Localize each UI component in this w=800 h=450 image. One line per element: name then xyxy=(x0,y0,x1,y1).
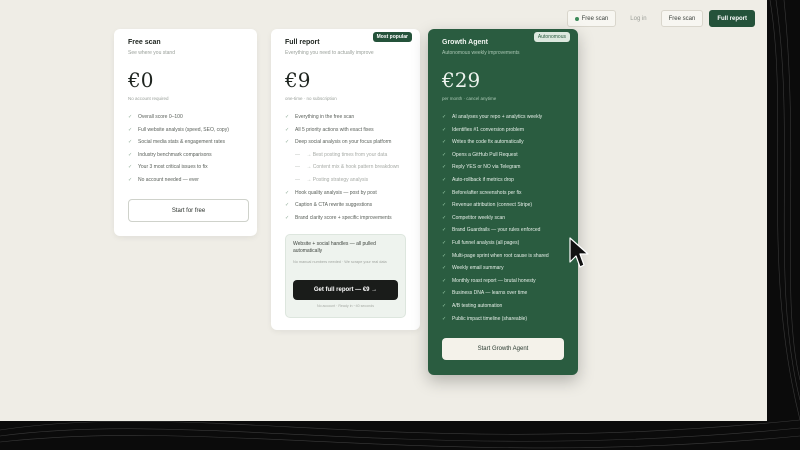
plan-price: €0 xyxy=(128,68,154,92)
price-note: No account required xyxy=(128,96,169,101)
plan-price: €29 xyxy=(442,68,481,92)
dash-icon: — xyxy=(295,176,300,183)
most-popular-badge: Most popular xyxy=(372,32,412,42)
check-icon: ✓ xyxy=(128,114,133,120)
start-growth-agent-button[interactable]: Start Growth Agent xyxy=(442,338,564,360)
check-icon: ✓ xyxy=(442,315,447,322)
app-window: Free scan Log in Free scan Full report F… xyxy=(0,0,767,421)
plan-card-free: Free scan See where you stand €0 No acco… xyxy=(114,29,257,236)
check-icon: ✓ xyxy=(285,114,290,120)
check-icon: ✓ xyxy=(128,176,133,183)
check-icon: ✓ xyxy=(285,202,290,209)
plan-tagline: Autonomous weekly improvements xyxy=(442,50,520,56)
status-dot-icon xyxy=(574,16,579,21)
feature-item: ✓ Weekly email summary xyxy=(442,262,564,275)
feature-item: ✓ A/B testing automation xyxy=(442,300,564,313)
check-icon: ✓ xyxy=(285,126,290,133)
sub-feature-item: — → Content mix & hook pattern breakdown xyxy=(285,161,406,174)
autonomous-badge: Autonomous xyxy=(533,32,570,42)
check-icon: ✓ xyxy=(442,227,447,234)
check-icon: ✓ xyxy=(442,164,447,171)
check-icon: ✓ xyxy=(442,265,447,272)
check-icon: ✓ xyxy=(442,189,447,196)
check-icon: ✓ xyxy=(442,277,447,284)
feature-item: ✓ Opens a GitHub Pull Request xyxy=(442,149,564,162)
feature-list: ✓ Everything in the free scan ✓ All 5 prio… xyxy=(285,111,406,224)
feature-item: ✓ Hook quality analysis — post by post xyxy=(285,187,406,200)
plan-tagline: Everything you need to actually improve xyxy=(285,50,374,56)
top-nav: Free scan Log in Free scan Full report xyxy=(566,10,755,27)
mouse-cursor-icon xyxy=(569,237,589,268)
sub-feature-item: — → Best posting times from your data xyxy=(285,149,406,162)
cta-title: Website + social handles — all pulled au… xyxy=(293,241,376,254)
feature-item: ✓ Social media stats & engagement rates xyxy=(128,136,243,149)
feature-item: ✓ Identifies #1 conversion problem xyxy=(442,124,564,137)
feature-item: ✓ Competitor weekly scan xyxy=(442,212,564,225)
feature-item: ✓ Business DNA — learns over time xyxy=(442,287,564,300)
feature-item: ✓ Full website analysis (speed, SEO, copy… xyxy=(128,124,243,137)
start-for-free-button[interactable]: Start for free xyxy=(128,199,249,222)
feature-item: ✓ Caption & CTA rewrite suggestions xyxy=(285,199,406,212)
price-note: one-time · no subscription xyxy=(285,96,337,101)
feature-item: ✓ Before/after screenshots per fix xyxy=(442,187,564,200)
nav-free-scan-badge[interactable]: Free scan xyxy=(566,10,617,27)
full-report-cta-box: Website + social handles — all pulled au… xyxy=(285,234,406,318)
check-icon: ✓ xyxy=(442,151,447,158)
plan-card-full-report: Most popular Full report Everything you … xyxy=(271,29,420,330)
check-icon: ✓ xyxy=(442,239,447,246)
check-icon: ✓ xyxy=(285,214,290,221)
plan-tagline: See where you stand xyxy=(128,50,175,56)
plan-price: €9 xyxy=(285,68,311,92)
feature-item: ✓ Reply YES or NO via Telegram xyxy=(442,161,564,174)
check-icon: ✓ xyxy=(128,151,133,158)
dash-icon: — xyxy=(295,164,300,171)
plan-card-growth-agent: Autonomous Growth Agent Autonomous weekl… xyxy=(428,29,578,375)
check-icon: ✓ xyxy=(442,214,447,221)
check-icon: ✓ xyxy=(442,114,447,120)
feature-item: ✓ Monthly roast report — brutal honesty xyxy=(442,275,564,288)
feature-item: ✓ Industry benchmark comparisons xyxy=(128,149,243,162)
feature-item: ✓ Brand Guardrails — your rules enforced xyxy=(442,224,564,237)
feature-item: ✓ Multi-page sprint when root cause is sh… xyxy=(442,250,564,263)
feature-list: ✓ Overall score 0–100 ✓ Full website analy… xyxy=(128,111,243,187)
feature-list: ✓ AI analyses your repo + analytics weekl… xyxy=(442,111,564,325)
price-note: per month · cancel anytime xyxy=(442,96,497,101)
check-icon: ✓ xyxy=(128,164,133,171)
plan-name: Free scan xyxy=(128,39,161,46)
feature-item: ✓ Writes the code fix automatically xyxy=(442,136,564,149)
dash-icon: — xyxy=(295,151,300,158)
check-icon: ✓ xyxy=(285,139,290,146)
check-icon: ✓ xyxy=(442,176,447,183)
get-full-report-button[interactable]: Get full report — €9 → xyxy=(293,280,398,300)
check-icon: ✓ xyxy=(442,252,447,259)
feature-item: ✓ Public impact timeline (shareable) xyxy=(442,313,564,326)
feature-item: ✓ Your 3 most critical issues to fix xyxy=(128,161,243,174)
nav-login-link[interactable]: Log in xyxy=(622,10,654,27)
feature-item: ✓ Revenue attribution (connect Stripe) xyxy=(442,199,564,212)
check-icon: ✓ xyxy=(128,126,133,133)
check-icon: ✓ xyxy=(442,302,447,309)
feature-item: ✓ AI analyses your repo + analytics weekl… xyxy=(442,111,564,124)
feature-item: ✓ All 5 priority actions with exact fixes xyxy=(285,124,406,137)
feature-item: ✓ Auto-rollback if metrics drop xyxy=(442,174,564,187)
feature-item: ✓ Overall score 0–100 xyxy=(128,111,243,124)
sub-feature-item: — → Posting strategy analysis xyxy=(285,174,406,187)
check-icon: ✓ xyxy=(285,189,290,196)
nav-full-report-button[interactable]: Full report xyxy=(709,10,755,27)
feature-item: ✓ Everything in the free scan xyxy=(285,111,406,124)
feature-item: ✓ Deep social analysis on your focus plat… xyxy=(285,136,406,149)
feature-item: ✓ Brand clarity score + specific improvem… xyxy=(285,212,406,225)
check-icon: ✓ xyxy=(442,139,447,146)
feature-item: ✓ No account needed — ever xyxy=(128,174,243,187)
feature-item: ✓ Full funnel analysis (all pages) xyxy=(442,237,564,250)
cta-footnote: No account · Ready in ~40 seconds xyxy=(316,304,375,308)
check-icon: ✓ xyxy=(442,126,447,133)
nav-free-scan-button[interactable]: Free scan xyxy=(660,10,704,27)
check-icon: ✓ xyxy=(442,290,447,297)
cta-subtitle: No manual numbers needed · We scrape you… xyxy=(293,260,387,264)
check-icon: ✓ xyxy=(442,202,447,209)
check-icon: ✓ xyxy=(128,139,133,146)
